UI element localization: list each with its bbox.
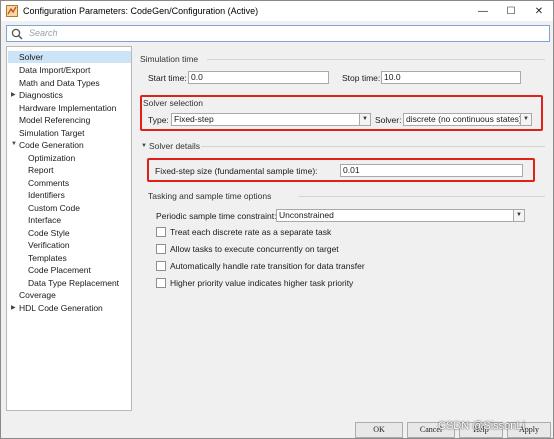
stop-time-field[interactable]: 10.0 xyxy=(381,71,521,84)
periodic-constraint-value: Unconstrained xyxy=(279,210,334,220)
priority-value-label: Higher priority value indicates higher t… xyxy=(170,278,354,288)
tree-item-interface[interactable]: Interface xyxy=(28,214,61,226)
separate-task-checkbox[interactable] xyxy=(156,227,166,237)
minimize-button[interactable]: — xyxy=(469,1,497,21)
tree-item-custom-code[interactable]: Custom Code xyxy=(28,202,80,214)
solver-dropdown[interactable]: discrete (no continuous states) ▼ xyxy=(403,113,532,126)
solver-type-value: Fixed-step xyxy=(174,114,214,124)
tree-item-hdl-code-generation[interactable]: HDL Code Generation xyxy=(19,302,103,314)
maximize-button[interactable]: ☐ xyxy=(497,1,525,21)
tree-item-hardware-implementation[interactable]: Hardware Implementation xyxy=(19,102,116,114)
tree-item-math-data-types[interactable]: Math and Data Types xyxy=(19,77,100,89)
simulation-time-heading: Simulation time xyxy=(140,54,199,64)
start-time-field[interactable]: 0.0 xyxy=(188,71,329,84)
expand-arrow-icon[interactable]: ▶ xyxy=(11,304,16,311)
rate-transition-checkbox[interactable] xyxy=(156,261,166,271)
tree-item-code-style[interactable]: Code Style xyxy=(28,227,70,239)
concurrent-tasks-checkbox[interactable] xyxy=(156,244,166,254)
tree-item-optimization[interactable]: Optimization xyxy=(28,152,75,164)
tree-item-report[interactable]: Report xyxy=(28,164,54,176)
search-icon xyxy=(11,28,23,40)
configuration-parameters-window: Configuration Parameters: CodeGen/Config… xyxy=(0,0,554,439)
solver-details-collapse-icon[interactable]: ▼ xyxy=(141,143,147,149)
tree-item-solver[interactable]: Solver xyxy=(8,51,131,63)
search-input[interactable]: Search xyxy=(6,25,550,42)
chevron-down-icon: ▼ xyxy=(513,210,524,221)
solver-label: Solver: xyxy=(375,115,402,125)
category-tree[interactable]: Solver Data Import/Export Math and Data … xyxy=(6,46,132,411)
search-placeholder: Search xyxy=(29,28,58,38)
ok-button[interactable]: OK xyxy=(355,422,403,438)
fixed-step-size-field[interactable]: 0.01 xyxy=(340,164,523,177)
tree-item-coverage[interactable]: Coverage xyxy=(19,289,56,301)
section-divider xyxy=(298,196,545,197)
stop-time-label: Stop time: xyxy=(342,73,381,83)
rate-transition-label: Automatically handle rate transition for… xyxy=(170,261,365,271)
watermark: CSDN @SissonLi xyxy=(438,420,525,432)
chevron-down-icon: ▼ xyxy=(359,114,370,125)
window-title: Configuration Parameters: CodeGen/Config… xyxy=(23,6,259,16)
concurrent-tasks-label: Allow tasks to execute concurrently on t… xyxy=(170,244,339,254)
tree-item-identifiers[interactable]: Identifiers xyxy=(28,189,65,201)
separate-task-label: Treat each discrete rate as a separate t… xyxy=(170,227,332,237)
tree-item-comments[interactable]: Comments xyxy=(28,177,69,189)
tree-item-code-generation[interactable]: Code Generation xyxy=(19,139,84,151)
section-divider xyxy=(201,146,545,147)
priority-value-checkbox[interactable] xyxy=(156,278,166,288)
settings-pane: Simulation time Start time: 0.0 Stop tim… xyxy=(135,46,549,411)
tree-item-diagnostics[interactable]: Diagnostics xyxy=(19,89,63,101)
tree-item-data-type-replacement[interactable]: Data Type Replacement xyxy=(28,277,119,289)
app-icon xyxy=(6,5,18,17)
tree-item-code-placement[interactable]: Code Placement xyxy=(28,264,91,276)
title-bar[interactable]: Configuration Parameters: CodeGen/Config… xyxy=(1,1,553,21)
expand-arrow-icon[interactable]: ▶ xyxy=(11,91,16,98)
solver-details-heading: Solver details xyxy=(149,141,201,151)
periodic-constraint-dropdown[interactable]: Unconstrained ▼ xyxy=(276,209,525,222)
periodic-constraint-label: Periodic sample time constraint: xyxy=(156,211,277,221)
fixed-step-size-label: Fixed-step size (fundamental sample time… xyxy=(155,166,318,176)
start-time-label: Start time: xyxy=(148,73,187,83)
tree-item-simulation-target[interactable]: Simulation Target xyxy=(19,127,85,139)
solver-selection-heading: Solver selection xyxy=(143,98,204,108)
tree-item-model-referencing[interactable]: Model Referencing xyxy=(19,114,90,126)
collapse-arrow-icon[interactable]: ▼ xyxy=(11,141,17,147)
close-button[interactable]: ✕ xyxy=(525,1,553,21)
tree-item-data-import-export[interactable]: Data Import/Export xyxy=(19,64,90,76)
section-divider xyxy=(207,59,545,60)
tasking-heading: Tasking and sample time options xyxy=(148,191,272,201)
solver-value: discrete (no continuous states) xyxy=(406,114,522,124)
solver-type-dropdown[interactable]: Fixed-step ▼ xyxy=(171,113,371,126)
solver-type-label: Type: xyxy=(148,115,169,125)
tree-item-verification[interactable]: Verification xyxy=(28,239,70,251)
tree-item-templates[interactable]: Templates xyxy=(28,252,67,264)
chevron-down-icon: ▼ xyxy=(520,114,531,125)
